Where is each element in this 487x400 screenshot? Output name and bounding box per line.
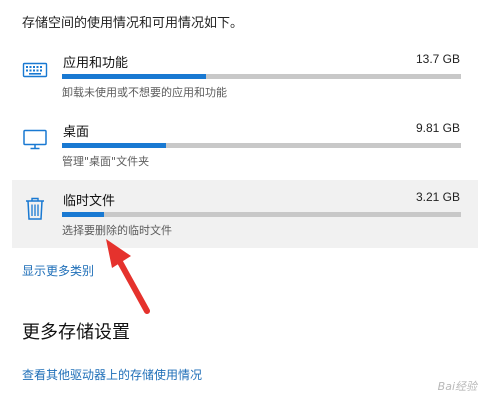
storage-item-apps[interactable]: 应用和功能 13.7 GB 卸载未使用或不想要的应用和功能 xyxy=(12,42,478,110)
more-storage-settings-heading: 更多存储设置 xyxy=(22,322,130,343)
storage-item-size: 9.81 GB xyxy=(415,121,460,135)
usage-bar xyxy=(62,212,461,217)
storage-settings-page: 存储空间的使用情况和可用情况如下。 应用和功能 13.7 GB 卸载未使用或不想… xyxy=(0,0,487,400)
watermark-logo: Bai经验 xyxy=(437,380,477,393)
storage-item-name: 临时文件 xyxy=(63,194,116,209)
storage-item-description: 管理"桌面"文件夹 xyxy=(62,155,150,168)
storage-item-desktop[interactable]: 桌面 9.81 GB 管理"桌面"文件夹 xyxy=(12,111,478,179)
trash-icon xyxy=(22,195,48,221)
storage-item-description: 卸载未使用或不想要的应用和功能 xyxy=(62,86,227,99)
storage-item-temp-files[interactable]: 临时文件 3.21 GB 选择要删除的临时文件 xyxy=(12,180,478,248)
usage-bar xyxy=(62,74,461,79)
other-drives-storage-link[interactable]: 查看其他驱动器上的存储使用情况 xyxy=(22,366,202,383)
storage-item-size: 3.21 GB xyxy=(415,190,460,204)
storage-item-size: 13.7 GB xyxy=(415,52,460,66)
storage-item-name: 桌面 xyxy=(63,125,90,140)
monitor-icon xyxy=(22,126,48,152)
intro-text: 存储空间的使用情况和可用情况如下。 xyxy=(22,16,244,31)
storage-item-name: 应用和功能 xyxy=(63,56,129,71)
show-more-categories-link[interactable]: 显示更多类别 xyxy=(22,262,94,279)
keyboard-icon xyxy=(22,57,48,83)
usage-bar xyxy=(62,143,461,148)
storage-item-description: 选择要删除的临时文件 xyxy=(62,224,172,237)
usage-bar-fill xyxy=(62,74,206,79)
usage-bar-fill xyxy=(62,212,104,217)
usage-bar-fill xyxy=(62,143,166,148)
